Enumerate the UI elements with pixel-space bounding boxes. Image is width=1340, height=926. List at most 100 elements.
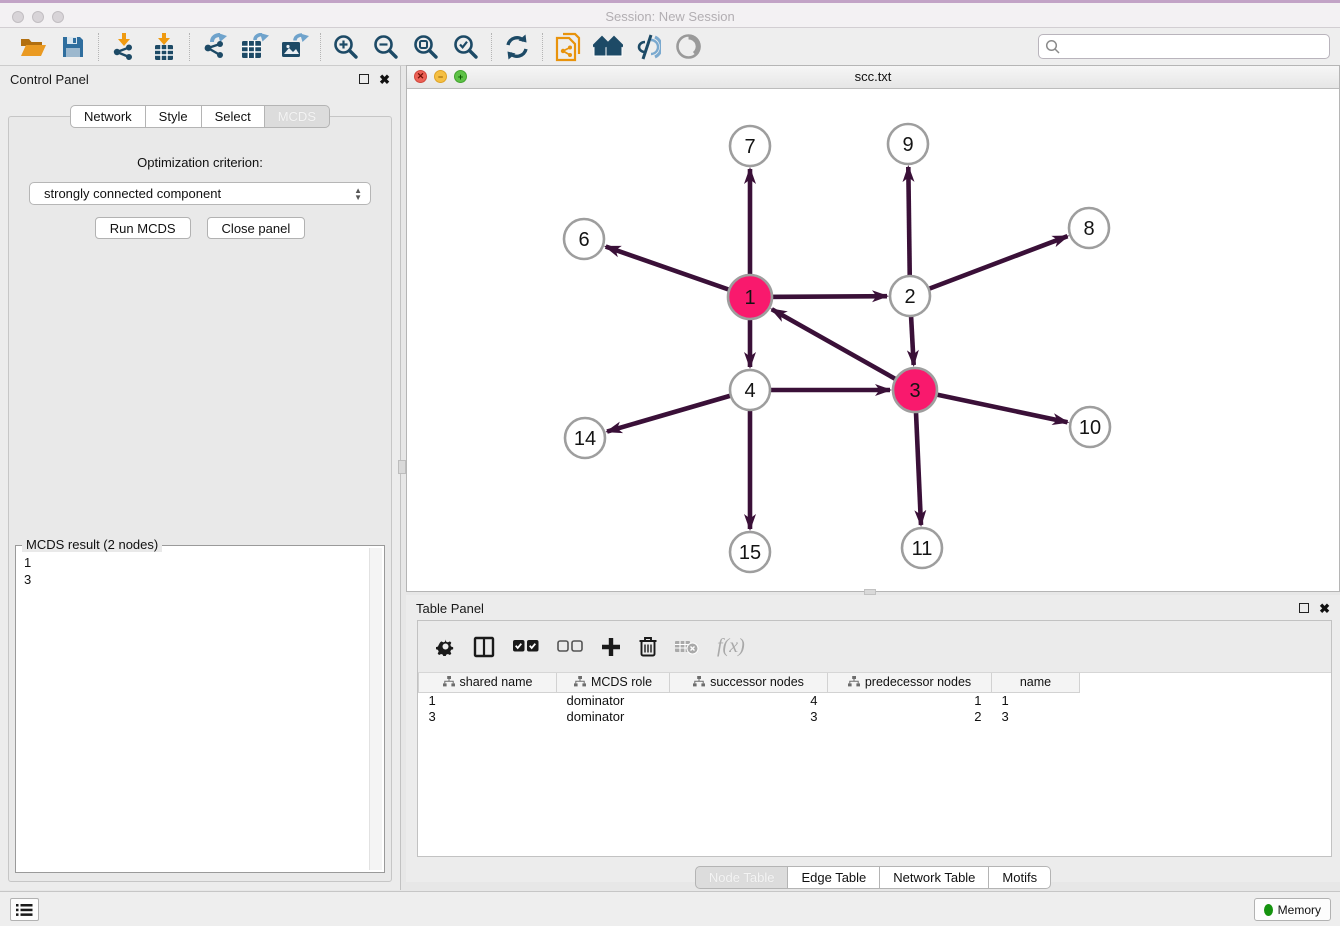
refresh-layout-icon[interactable]	[502, 32, 532, 62]
import-network-icon[interactable]	[109, 32, 139, 62]
table-panel-title: Table Panel	[416, 601, 484, 616]
session-title: Session: New Session	[0, 9, 1340, 24]
table-cell[interactable]: 3	[992, 708, 1080, 724]
graph-edge-3-1[interactable]	[772, 309, 915, 390]
deselect-all-icon[interactable]	[557, 640, 583, 653]
search-input[interactable]	[1038, 34, 1330, 59]
float-table-panel-icon[interactable]	[1299, 603, 1309, 613]
export-network-icon[interactable]	[200, 32, 230, 62]
table-tab-network-table[interactable]: Network Table	[880, 866, 989, 889]
control-panel: Control Panel ✖ NetworkStyleSelectMCDS O…	[0, 66, 401, 890]
net-maximize-icon[interactable]: +	[454, 70, 467, 83]
table-row[interactable]: 1dominator411	[419, 692, 1080, 708]
network-file-icon[interactable]	[553, 32, 583, 62]
close-table-panel-icon[interactable]: ✖	[1319, 602, 1330, 615]
float-panel-icon[interactable]	[359, 74, 369, 84]
column-chooser-icon[interactable]	[473, 636, 495, 658]
table-cell[interactable]: 1	[419, 692, 557, 708]
close-panel-button[interactable]: Close panel	[207, 217, 306, 239]
eye-icon[interactable]	[673, 32, 703, 62]
table-tab-motifs[interactable]: Motifs	[989, 866, 1051, 889]
render-icon[interactable]	[633, 32, 663, 62]
close-panel-icon[interactable]: ✖	[379, 73, 390, 86]
graph-node-label-7: 7	[744, 136, 755, 158]
network-title: scc.txt	[407, 66, 1339, 88]
export-image-icon[interactable]	[280, 32, 310, 62]
graph-node-label-10: 10	[1079, 417, 1101, 439]
network-window-titlebar[interactable]: ✕ − + scc.txt	[407, 66, 1339, 89]
column-header-label: predecessor nodes	[865, 675, 971, 689]
graph-edge-3-10[interactable]	[915, 390, 1067, 422]
memory-status-icon	[1264, 904, 1273, 916]
function-builder-icon-disabled: f(x)	[717, 635, 745, 658]
import-table-icon[interactable]	[149, 32, 179, 62]
zoom-selected-icon[interactable]	[451, 32, 481, 62]
graph-node-label-2: 2	[904, 286, 915, 308]
task-history-button[interactable]	[10, 898, 39, 921]
tab-select[interactable]: Select	[202, 105, 265, 128]
node-table-container: f(x) shared name MCDS role successor nodes…	[417, 620, 1332, 857]
column-header-label: shared name	[460, 675, 533, 689]
select-all-icon[interactable]	[513, 640, 539, 653]
table-header-row: shared name MCDS role successor nodes prede…	[419, 673, 1080, 692]
zoom-fit-icon[interactable]	[411, 32, 441, 62]
chevron-up-down-icon: ▲▼	[354, 187, 362, 201]
horizontal-splitter-handle[interactable]	[864, 589, 876, 595]
table-cell[interactable]: 2	[828, 708, 992, 724]
column-header-shared-name[interactable]: shared name	[419, 673, 557, 692]
zoom-out-icon[interactable]	[371, 32, 401, 62]
zoom-in-icon[interactable]	[331, 32, 361, 62]
criterion-dropdown[interactable]: strongly connected component ▲▼	[29, 182, 371, 205]
list-icon	[16, 903, 33, 917]
delete-column-icon[interactable]	[639, 636, 657, 657]
table-settings-gear-icon[interactable]	[436, 637, 455, 656]
table-tab-edge-table[interactable]: Edge Table	[788, 866, 880, 889]
tab-network[interactable]: Network	[70, 105, 146, 128]
delete-table-icon-disabled	[675, 639, 699, 655]
mcds-result-line: 3	[24, 571, 378, 588]
table-cell[interactable]: 4	[670, 692, 828, 708]
column-header-predecessor-nodes[interactable]: predecessor nodes	[828, 673, 992, 692]
column-header-name[interactable]: name	[992, 673, 1080, 692]
graph-node-label-14: 14	[574, 428, 596, 450]
graph-node-label-8: 8	[1083, 218, 1094, 240]
table-cell[interactable]: dominator	[557, 692, 670, 708]
memory-button[interactable]: Memory	[1254, 898, 1331, 921]
column-header-MCDS-role[interactable]: MCDS role	[557, 673, 670, 692]
graph-node-label-1: 1	[744, 287, 755, 309]
node-table: shared name MCDS role successor nodes prede…	[418, 673, 1080, 724]
net-minimize-icon[interactable]: −	[434, 70, 447, 83]
table-cell[interactable]: 3	[419, 708, 557, 724]
graph-node-label-4: 4	[744, 380, 755, 402]
tab-style[interactable]: Style	[146, 105, 202, 128]
memory-button-label: Memory	[1278, 903, 1321, 917]
open-session-icon[interactable]	[18, 32, 48, 62]
table-cell[interactable]: 3	[670, 708, 828, 724]
graph-edge-2-8[interactable]	[910, 236, 1067, 296]
tab-mcds[interactable]: MCDS	[265, 105, 330, 128]
save-session-icon[interactable]	[58, 32, 88, 62]
column-header-label: MCDS role	[591, 675, 652, 689]
table-tabs: Node TableEdge TableNetwork TableMotifs	[406, 866, 1340, 889]
run-mcds-button[interactable]: Run MCDS	[95, 217, 191, 239]
table-cell[interactable]: 1	[828, 692, 992, 708]
export-table-icon[interactable]	[240, 32, 270, 62]
table-cell[interactable]: 1	[992, 692, 1080, 708]
table-tab-node-table[interactable]: Node Table	[695, 866, 789, 889]
net-close-icon[interactable]: ✕	[414, 70, 427, 83]
graph-edge-4-14[interactable]	[607, 390, 750, 432]
column-header-label: successor nodes	[710, 675, 804, 689]
result-scrollbar[interactable]	[369, 548, 382, 870]
control-panel-title: Control Panel	[10, 72, 89, 87]
column-header-successor-nodes[interactable]: successor nodes	[670, 673, 828, 692]
network-canvas[interactable]: 7968124314101511	[407, 89, 1339, 591]
mcds-result-line: 1	[24, 554, 378, 571]
table-row[interactable]: 3dominator323	[419, 708, 1080, 724]
network-graph[interactable]: 7968124314101511	[407, 89, 1339, 591]
home-icon[interactable]	[593, 32, 623, 62]
add-column-icon[interactable]	[601, 637, 621, 657]
mcds-result-box: MCDS result (2 nodes) 13	[15, 545, 385, 873]
table-panel: Table Panel ✖	[406, 595, 1340, 882]
vertical-splitter-handle[interactable]	[398, 460, 406, 474]
table-cell[interactable]: dominator	[557, 708, 670, 724]
